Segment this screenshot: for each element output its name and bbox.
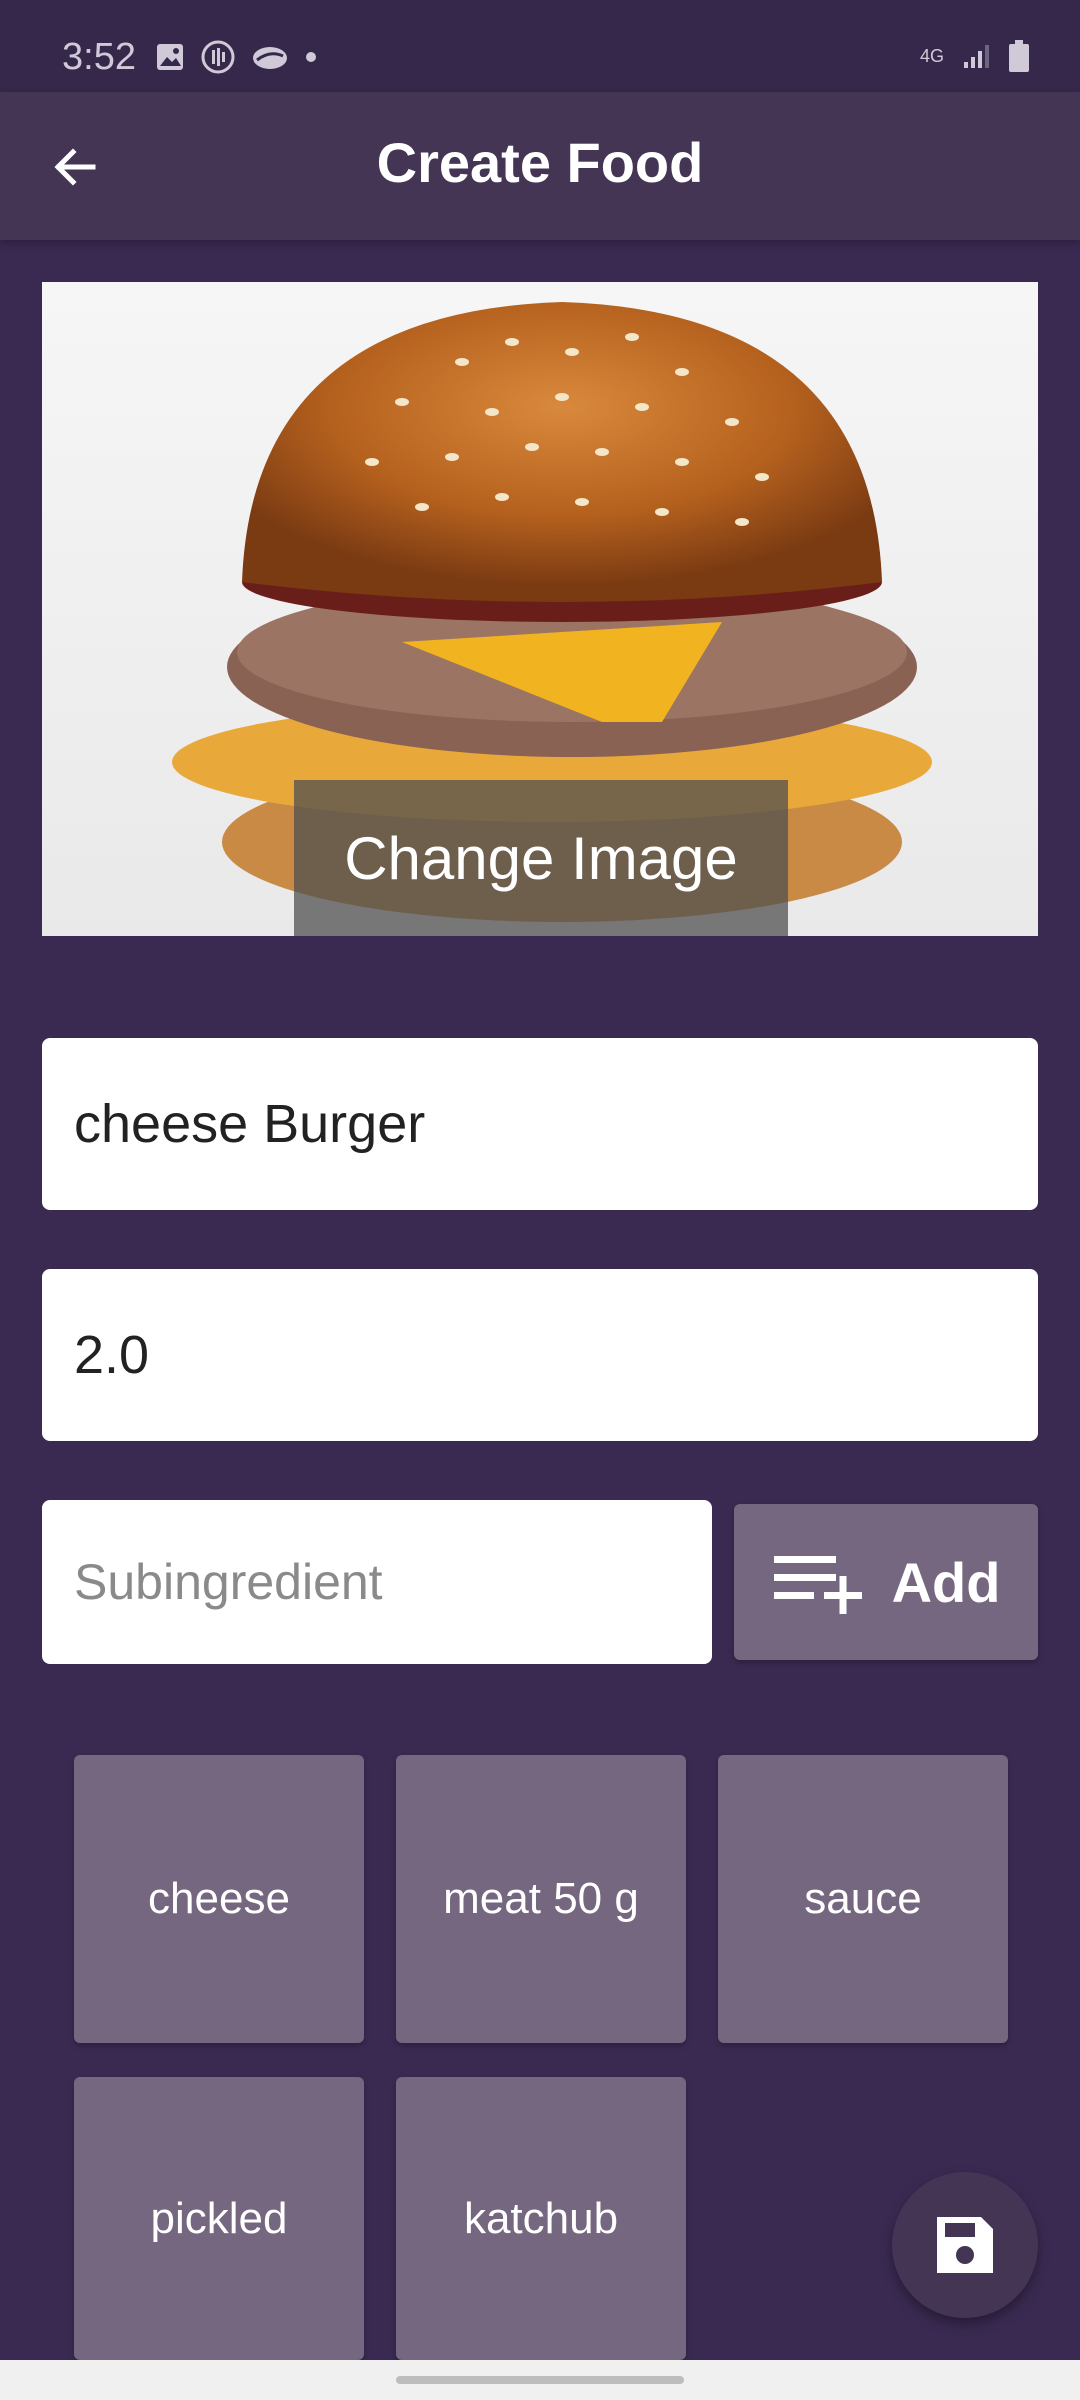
subingredient-chip[interactable]: sauce (718, 1755, 1008, 2043)
navigation-bar (0, 2360, 1080, 2400)
food-image: Change Image (42, 282, 1038, 936)
status-time: 3:52 (62, 36, 136, 78)
signal-icon (964, 45, 989, 68)
network-type: 4G (919, 46, 944, 66)
food-price-field[interactable]: 2.0 (42, 1269, 1038, 1441)
save-icon (937, 2217, 993, 2273)
cloud-app-icon (253, 47, 287, 69)
page-title: Create Food (376, 131, 704, 194)
add-button-label: Add (891, 1550, 1001, 1614)
notification-icons (155, 40, 317, 74)
save-fab[interactable] (892, 2172, 1038, 2318)
subingredient-chip[interactable]: cheese (74, 1755, 364, 2043)
playlist-add-icon (773, 1556, 862, 1614)
subingredient-chip[interactable]: meat 50 g (396, 1755, 686, 2043)
subingredient-chip[interactable]: katchub (396, 2077, 686, 2360)
home-gesture-handle[interactable] (396, 2376, 684, 2384)
food-name-field[interactable]: cheese Burger (42, 1038, 1038, 1210)
change-image-button[interactable]: Change Image (294, 780, 788, 936)
more-notifications-dot-icon (306, 52, 316, 62)
subingredient-input[interactable]: Subingredient (42, 1500, 712, 1664)
subingredient-chip[interactable]: pickled (74, 2077, 364, 2360)
gallery-icon (157, 44, 183, 70)
app-bar: Create Food (0, 92, 1080, 240)
audio-app-icon (201, 40, 235, 74)
status-bar: 3:52 4G (0, 0, 1080, 92)
add-subingredient-button[interactable]: Add (734, 1504, 1038, 1660)
battery-icon (1009, 40, 1029, 72)
system-icons: 4G (920, 40, 1030, 72)
